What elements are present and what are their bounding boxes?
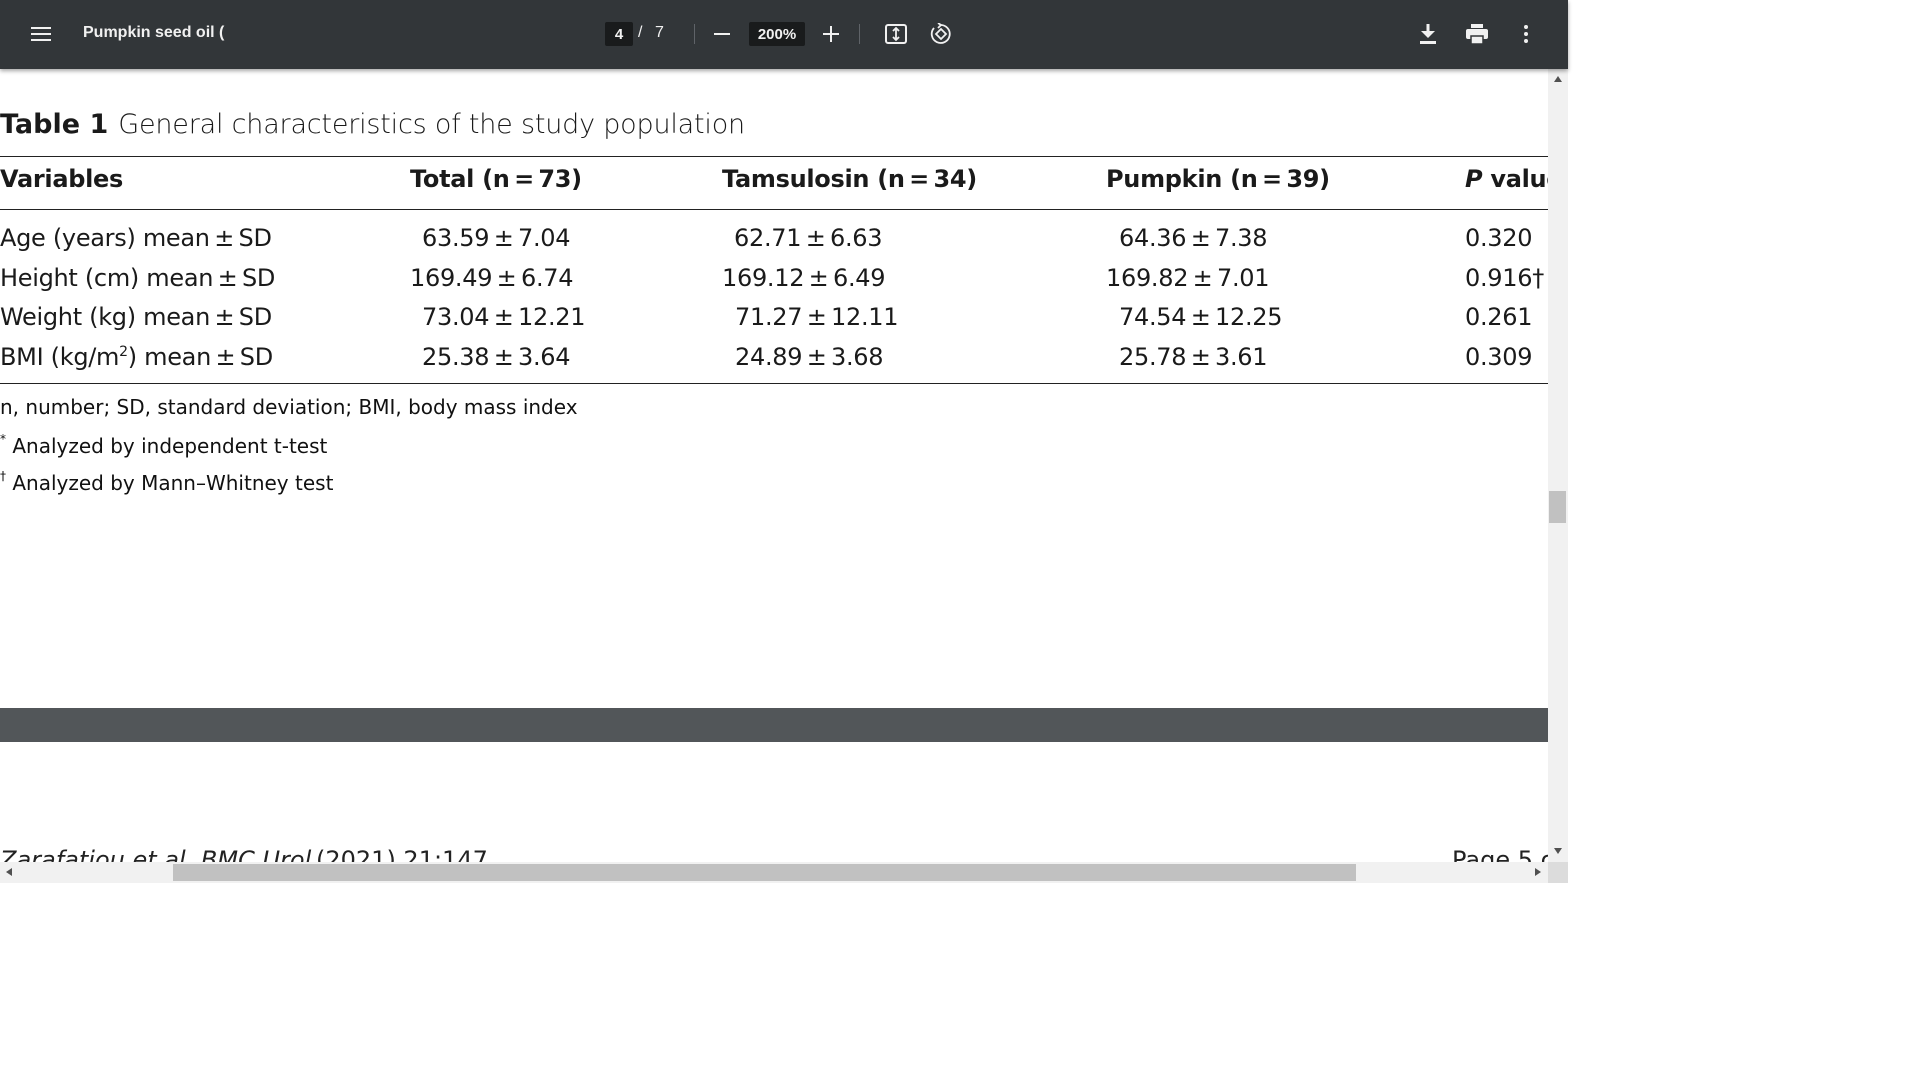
table-title: General characteristics of the study pop… [118, 109, 745, 140]
print-icon[interactable] [1463, 21, 1491, 47]
table-cell-p-value: 0.916† [1465, 264, 1544, 292]
table-cell-total: 25.38 ± 3.64 [422, 343, 571, 371]
hamburger-menu-icon[interactable] [27, 20, 55, 48]
horizontal-scrollbar-thumb[interactable] [173, 864, 1356, 881]
table-label: Table 1 [0, 109, 109, 140]
p-italic: P [1465, 165, 1483, 193]
bmi-label-pre: BMI (kg/m [0, 343, 120, 371]
plus-icon[interactable] [819, 22, 843, 46]
pdf-page: Table 1 General characteristics of the st… [0, 69, 1548, 708]
next-pdf-page: Zarafatiou et al. BMC Urol (2021) 21:147… [0, 742, 1548, 862]
download-icon[interactable] [1415, 21, 1441, 47]
table-cell-p-value: 0.320 [1465, 224, 1533, 252]
footnote-mann-whitney-text: Analyzed by Mann–Whitney test [12, 471, 334, 495]
table-bottom-rule [0, 383, 1548, 384]
table-cell-total: 63.59 ± 7.04 [422, 224, 571, 252]
running-head-citation: (2021) 21:147 [316, 846, 488, 862]
table-cell-variable: Height (cm) mean ± SD [0, 264, 276, 292]
page-gap [0, 708, 1548, 742]
table-cell-p-value: 0.261 [1465, 303, 1533, 331]
table-cell-pumpkin: 74.54 ± 12.25 [1119, 303, 1283, 331]
toolbar-divider [694, 24, 695, 44]
scrollbar-corner [1548, 862, 1568, 883]
scroll-right-arrow-icon[interactable] [1535, 868, 1541, 876]
scroll-down-arrow-icon[interactable] [1554, 848, 1562, 854]
scroll-up-arrow-icon[interactable] [1554, 76, 1562, 82]
running-head-page: Page 5 of [1452, 846, 1548, 862]
column-header-tamsulosin: Tamsulosin (n = 34) [722, 165, 977, 193]
scroll-left-arrow-icon[interactable] [6, 868, 12, 876]
toolbar-divider [859, 24, 860, 44]
bmi-label-post: ) mean ± SD [127, 343, 273, 371]
table-cell-total: 73.04 ± 12.21 [422, 303, 586, 331]
page-total: 7 [655, 24, 664, 41]
table-cell-total: 169.49 ± 6.74 [410, 264, 574, 292]
table-cell-p-value: 0.309 [1465, 343, 1533, 371]
column-header-p-value: P value [1465, 165, 1548, 193]
document-viewer[interactable]: Table 1 General characteristics of the st… [0, 69, 1548, 862]
table-cell-variable: Age (years) mean ± SD [0, 224, 272, 252]
more-vert-icon[interactable] [1514, 21, 1538, 47]
fit-to-page-icon[interactable] [883, 21, 909, 47]
column-header-variables: Variables [0, 165, 123, 193]
table-cell-tamsulosin: 169.12 ± 6.49 [722, 264, 886, 292]
table-cell-variable: Weight (kg) mean ± SD [0, 303, 272, 331]
page-separator: / [638, 24, 643, 41]
running-head-left: Zarafatiou et al. BMC Urol [0, 846, 312, 862]
vertical-scrollbar-thumb[interactable] [1549, 491, 1566, 523]
zoom-level-input[interactable]: 200% [749, 22, 805, 46]
table-caption: Table 1 General characteristics of the st… [0, 109, 745, 140]
table-header-rule [0, 209, 1548, 210]
page-number-input[interactable]: 4 [605, 22, 633, 46]
table-top-rule [0, 156, 1548, 157]
document-title: Pumpkin seed oil ( [83, 24, 225, 41]
footnote-mann-whitney: † Analyzed by Mann–Whitney test [0, 469, 333, 495]
bmi-label-sup: 2 [119, 344, 128, 360]
column-header-pumpkin: Pumpkin (n = 39) [1106, 165, 1330, 193]
vertical-scrollbar[interactable] [1548, 69, 1568, 862]
table-cell-pumpkin: 64.36 ± 7.38 [1119, 224, 1268, 252]
rotate-counterclockwise-icon[interactable] [927, 21, 953, 47]
table-cell-pumpkin: 25.78 ± 3.61 [1119, 343, 1268, 371]
footnote-t-test: * Analyzed by independent t-test [0, 432, 327, 458]
column-header-total: Total (n = 73) [410, 165, 582, 193]
footnote-t-test-text: Analyzed by independent t-test [12, 434, 328, 458]
table-cell-tamsulosin: 24.89 ± 3.68 [735, 343, 884, 371]
footnote-abbreviations: n, number; SD, standard deviation; BMI, … [0, 395, 578, 419]
pdf-toolbar: Pumpkin seed oil ( 4 / 7 200% [0, 0, 1568, 69]
table-cell-tamsulosin: 62.71 ± 6.63 [734, 224, 883, 252]
table-cell-variable: BMI (kg/m2) mean ± SD [0, 343, 273, 371]
table-cell-pumpkin: 169.82 ± 7.01 [1106, 264, 1270, 292]
table-cell-tamsulosin: 71.27 ± 12.11 [735, 303, 899, 331]
minus-icon[interactable] [710, 22, 734, 46]
p-value-label: value [1490, 165, 1548, 193]
footnote-star-mark: * [0, 432, 6, 446]
footnote-dagger-mark: † [0, 469, 6, 483]
